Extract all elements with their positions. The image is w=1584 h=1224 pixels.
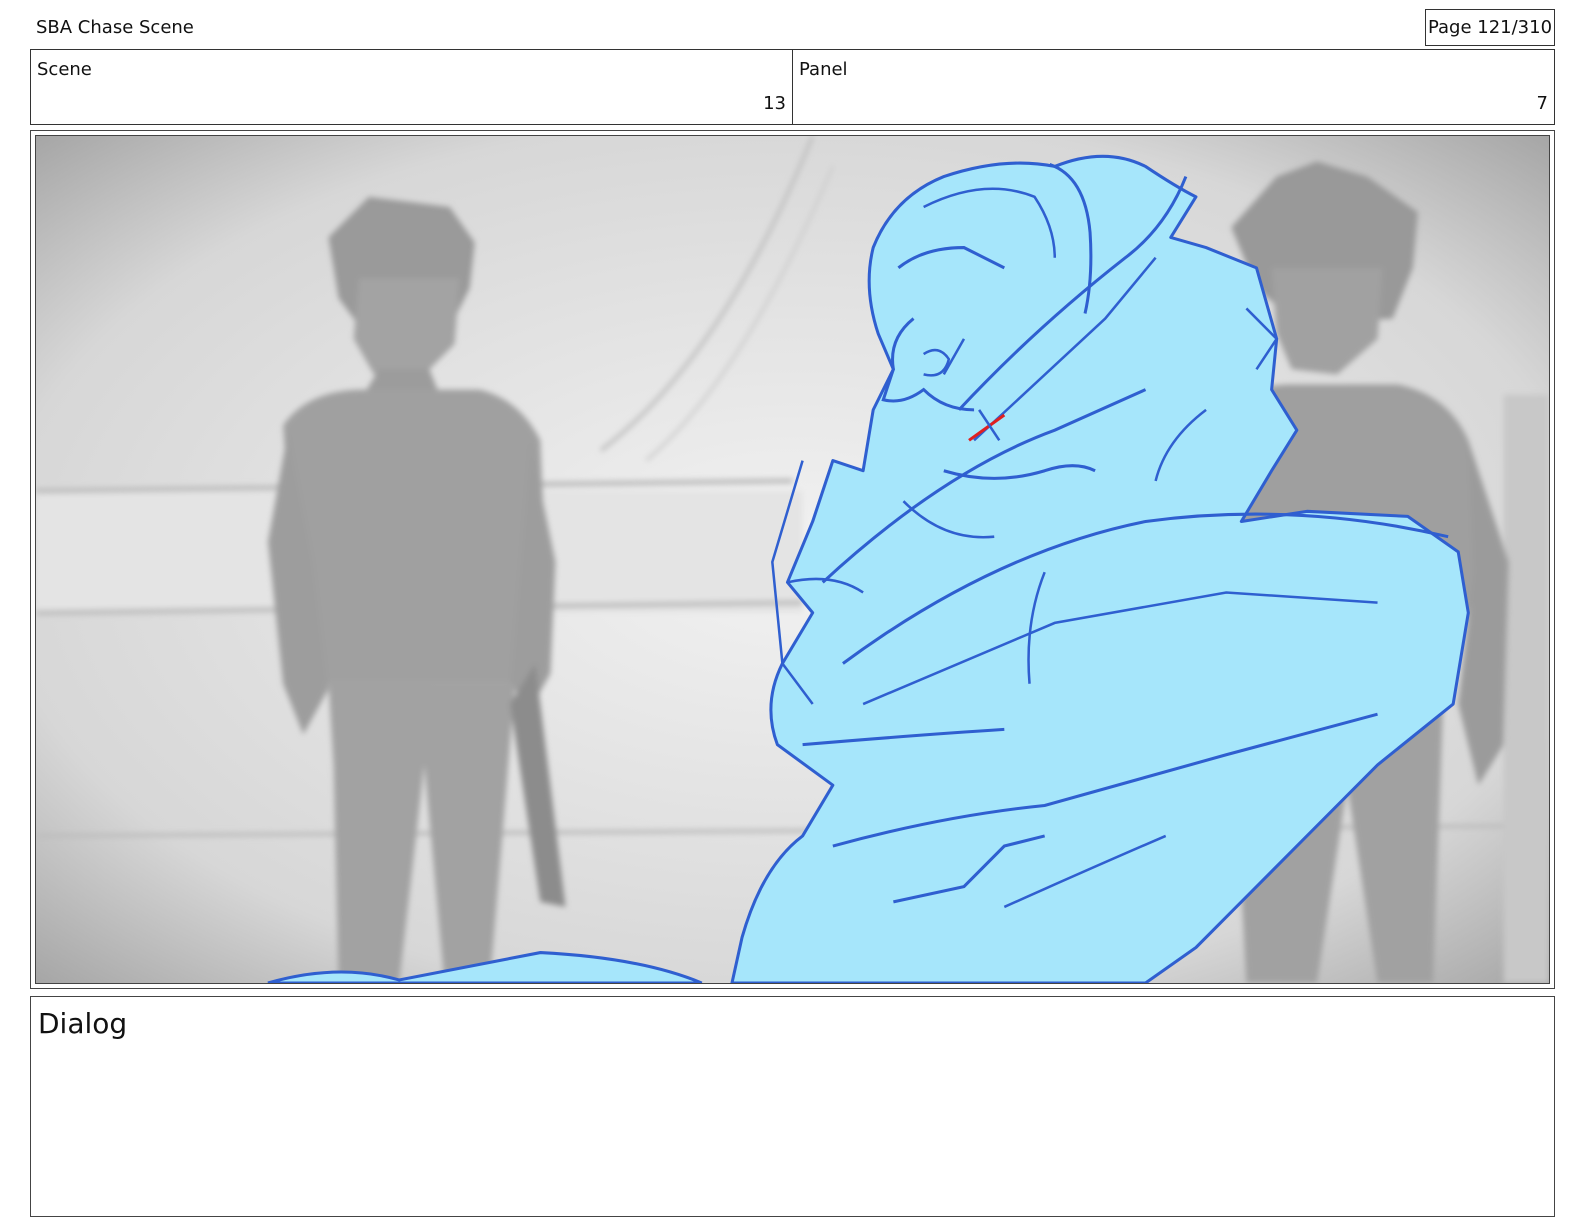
scene-panel-info: Scene 13 Panel 7: [30, 49, 1555, 125]
dialog-box: Dialog: [30, 996, 1555, 1217]
storyboard-frame: [30, 130, 1555, 989]
storyboard-image: [35, 135, 1550, 984]
scene-cell: Scene 13: [31, 50, 792, 124]
panel-number: 7: [1536, 93, 1548, 114]
document-title: SBA Chase Scene: [36, 17, 194, 38]
panel-cell: Panel 7: [792, 50, 1554, 124]
page-counter: Page 121/310: [1425, 9, 1555, 46]
storyboard-sketch: [36, 136, 1549, 983]
scene-number: 13: [763, 93, 786, 114]
scene-label: Scene: [37, 59, 92, 80]
dialog-label: Dialog: [38, 1007, 128, 1040]
panel-label: Panel: [799, 59, 848, 80]
